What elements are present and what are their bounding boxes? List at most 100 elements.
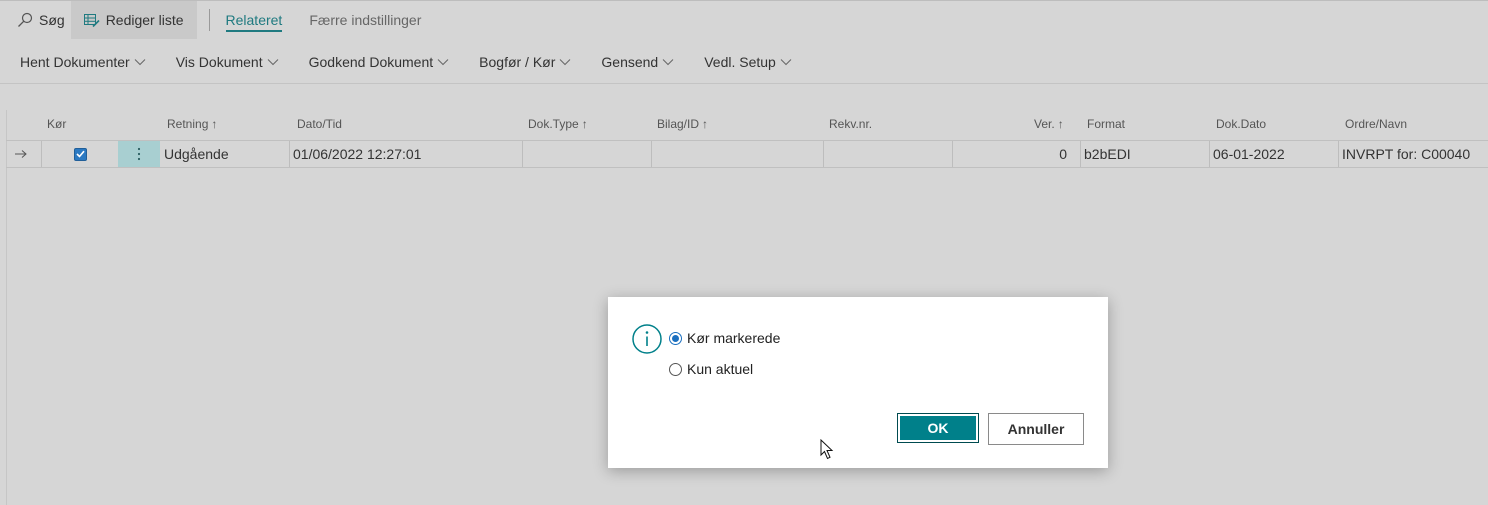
option-kun-aktuel[interactable]: Kun aktuel — [669, 361, 753, 377]
action-bar-divider — [0, 83, 1488, 84]
cell-dato-tid[interactable]: 01/06/2022 12:27:01 — [293, 141, 518, 167]
menu-label: Vis Dokument — [175, 54, 263, 70]
option-label: Kun aktuel — [687, 361, 754, 377]
cell-bilag-id[interactable] — [655, 141, 815, 167]
column-divider — [952, 141, 953, 167]
menu-label: Godkend Dokument — [308, 54, 434, 70]
menu-bogfor-kor[interactable]: Bogfør / Kør — [479, 54, 571, 70]
cell-dok-type[interactable] — [526, 141, 646, 167]
column-divider — [651, 141, 652, 167]
chevron-down-icon — [780, 59, 792, 66]
option-label: Kør markerede — [687, 330, 781, 346]
cell-ordre-navn[interactable]: INVRPT for: C00040 — [1342, 141, 1488, 167]
search-label: Søg — [39, 12, 65, 28]
cell-dok-dato[interactable]: 06-01-2022 — [1213, 141, 1333, 167]
column-header-kor[interactable]: Kør — [47, 117, 66, 131]
arrow-right-icon — [15, 150, 27, 158]
cell-format[interactable]: b2bEDI — [1084, 141, 1204, 167]
header-label: Rekv.nr. — [829, 117, 873, 131]
confirmation-dialog: Kør markerede Kun aktuel OK Annuller — [608, 297, 1108, 468]
column-header-dok-dato[interactable]: Dok.Dato — [1216, 117, 1266, 131]
mouse-cursor-icon — [820, 439, 834, 460]
cell-text: 0 — [1059, 146, 1067, 162]
search-icon — [18, 12, 33, 27]
cell-rekv-nr[interactable] — [827, 141, 947, 167]
tab-relateret[interactable]: Relateret — [225, 1, 283, 39]
edit-list-icon — [83, 13, 100, 27]
chevron-down-icon — [267, 59, 278, 66]
header-label: Format — [1087, 117, 1126, 131]
toolbar: Søg Rediger liste Relateret Færre indsti… — [8, 1, 448, 39]
header-label: Ver. — [1034, 117, 1055, 131]
search-button[interactable]: Søg — [8, 1, 71, 39]
action-bar: Hent Dokumenter Vis Dokument Godkend Dok… — [20, 46, 822, 78]
column-header-format[interactable]: Format — [1087, 117, 1125, 131]
menu-label: Vedl. Setup — [704, 54, 776, 70]
edit-list-label: Rediger liste — [105, 12, 184, 28]
column-header-rekv-nr[interactable]: Rekv.nr. — [829, 117, 872, 131]
tab-faerre-indstillinger-label: Færre indstillinger — [309, 12, 422, 28]
header-label: Kør — [47, 117, 67, 131]
sort-arrow-icon: ↑ — [581, 117, 588, 131]
left-border — [6, 110, 7, 505]
radio-unselected-icon[interactable] — [669, 362, 682, 376]
column-divider — [522, 141, 523, 167]
cancel-button[interactable]: Annuller — [988, 413, 1084, 445]
cell-text: 06-01-2022 — [1213, 146, 1285, 162]
chevron-down-icon — [134, 59, 146, 66]
cell-ver[interactable]: 0 — [956, 141, 1067, 167]
menu-label: Bogfør / Kør — [479, 54, 556, 70]
column-header-retning[interactable]: Retning ↑ — [167, 117, 217, 131]
chevron-down-icon — [560, 59, 571, 66]
column-header-bilag-id[interactable]: Bilag/ID ↑ — [657, 117, 708, 131]
header-label: Dok.Type — [528, 117, 579, 131]
menu-label: Hent Dokumenter — [20, 54, 130, 70]
chevron-down-icon — [662, 59, 674, 66]
checkbox-checked-icon — [74, 147, 87, 161]
cell-retning[interactable]: Udgående — [164, 141, 284, 167]
menu-hent-dokumenter[interactable]: Hent Dokumenter — [20, 54, 146, 70]
sort-arrow-icon: ↑ — [702, 117, 709, 131]
menu-gensend[interactable]: Gensend — [601, 54, 674, 70]
column-divider — [1338, 141, 1339, 167]
sort-arrow-icon: ↑ — [1057, 117, 1064, 131]
row-indicator — [14, 141, 40, 167]
header-label: Dok.Dato — [1216, 117, 1267, 131]
cell-text: b2bEDI — [1084, 146, 1131, 162]
column-header-dato-tid[interactable]: Dato/Tid — [297, 117, 342, 131]
column-divider — [823, 141, 824, 167]
edit-list-button[interactable]: Rediger liste — [70, 1, 197, 39]
option-kor-markerede[interactable]: Kør markerede — [669, 330, 780, 346]
header-label: Retning — [167, 117, 209, 131]
menu-vis-dokument[interactable]: Vis Dokument — [176, 54, 279, 70]
more-vertical-icon — [137, 147, 141, 161]
info-icon — [632, 324, 662, 354]
table-row[interactable]: Udgående 01/06/2022 12:27:01 0 b2bEDI 06… — [6, 140, 1488, 168]
header-label: Bilag/ID — [657, 117, 700, 131]
radio-selected-icon[interactable] — [669, 331, 682, 345]
column-header-ordre-navn[interactable]: Ordre/Navn — [1345, 117, 1407, 131]
kor-checkbox[interactable] — [74, 141, 88, 167]
column-divider — [1080, 141, 1081, 167]
column-header-ver[interactable]: Ver. ↑ — [1034, 117, 1064, 131]
cell-text: 01/06/2022 12:27:01 — [293, 146, 422, 162]
menu-label: Gensend — [601, 54, 659, 70]
menu-godkend-dokument[interactable]: Godkend Dokument — [309, 54, 450, 70]
chevron-down-icon — [437, 59, 449, 66]
header-label: Ordre/Navn — [1345, 117, 1408, 131]
row-actions-button[interactable] — [118, 141, 160, 167]
cell-text: INVRPT for: C00040 — [1342, 146, 1471, 162]
column-divider — [289, 141, 290, 167]
ok-label: OK — [927, 420, 949, 436]
menu-vedl-setup[interactable]: Vedl. Setup — [704, 54, 792, 70]
cancel-label: Annuller — [1007, 421, 1065, 437]
sort-arrow-icon: ↑ — [211, 117, 218, 131]
column-divider — [41, 141, 42, 167]
tab-faerre-indstillinger[interactable]: Færre indstillinger — [309, 1, 421, 39]
cell-text: Udgående — [164, 146, 229, 162]
ok-button[interactable]: OK — [897, 413, 979, 443]
column-header-dok-type[interactable]: Dok.Type ↑ — [528, 117, 588, 131]
toolbar-divider — [208, 9, 210, 31]
header-label: Dato/Tid — [297, 117, 342, 131]
tab-relateret-label: Relateret — [225, 12, 283, 28]
